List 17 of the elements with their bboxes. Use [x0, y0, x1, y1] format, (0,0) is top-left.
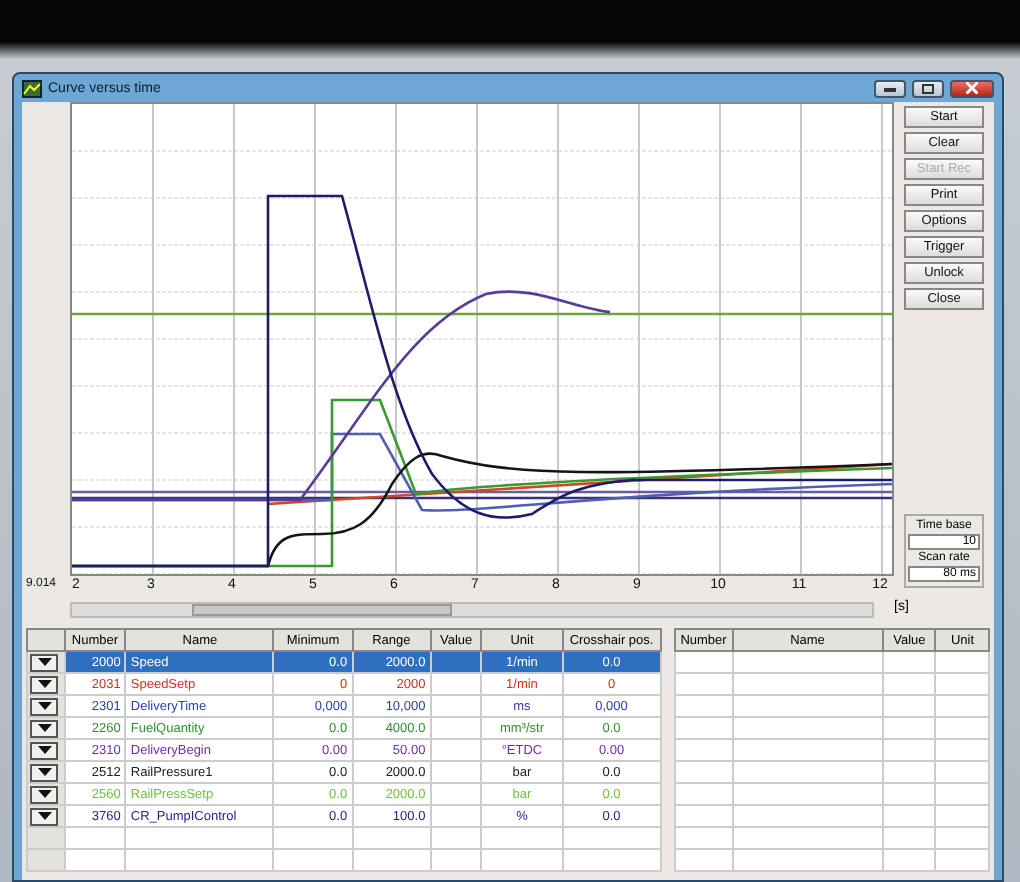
close-button[interactable]	[950, 79, 994, 97]
row-menu-button[interactable]	[30, 675, 58, 693]
row-menu-button[interactable]	[30, 653, 58, 671]
row-menu-button[interactable]	[30, 719, 58, 737]
maximize-button[interactable]	[912, 79, 944, 97]
row-menu-button[interactable]	[30, 697, 58, 715]
horizontal-scrollbar[interactable]	[70, 602, 874, 618]
maximize-icon	[922, 83, 934, 93]
row-menu-button[interactable]	[30, 741, 58, 759]
row-menu-button[interactable]	[30, 807, 58, 825]
row-menu-button[interactable]	[30, 785, 58, 803]
minimize-button[interactable]	[874, 79, 906, 97]
row-menu-button[interactable]	[30, 763, 58, 781]
close-icon	[966, 82, 978, 94]
scrollbar-thumb[interactable]	[192, 604, 452, 616]
chart-app-icon	[22, 79, 42, 97]
minimize-icon	[884, 84, 896, 92]
